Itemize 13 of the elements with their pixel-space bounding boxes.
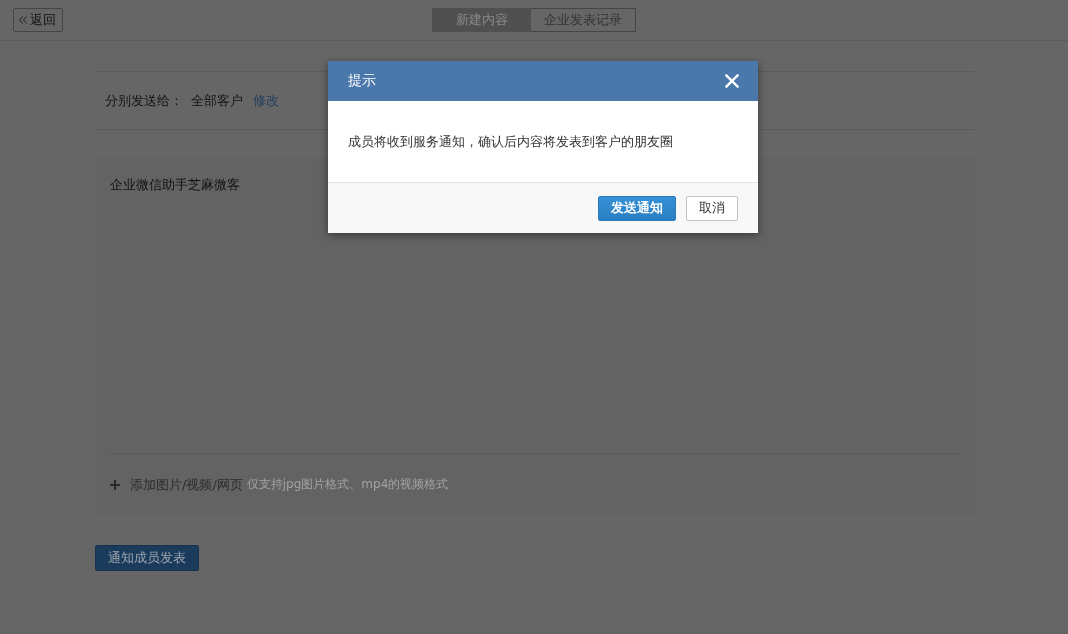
notify-members-button[interactable]: 通知成员发表 [95,545,199,571]
cancel-button[interactable]: 取消 [686,195,738,221]
close-icon[interactable] [725,74,739,88]
recipients-value: 全部客户 [191,91,243,110]
edit-link[interactable]: 修改 [253,91,279,110]
send-notification-button[interactable]: 发送通知 [598,195,676,221]
back-button[interactable]: 返回 [13,8,63,32]
dialog-message: 成员将收到服务通知，确认后内容将发表到客户的朋友圈 [348,132,673,151]
plus-icon [110,479,120,490]
double-chevron-left-icon [19,16,27,24]
dialog-title: 提示 [348,72,376,90]
recipients-label: 分别发送给： [105,91,183,110]
format-hint: 仅支持jpg图片格式、mp4的视频格式 [246,476,449,493]
